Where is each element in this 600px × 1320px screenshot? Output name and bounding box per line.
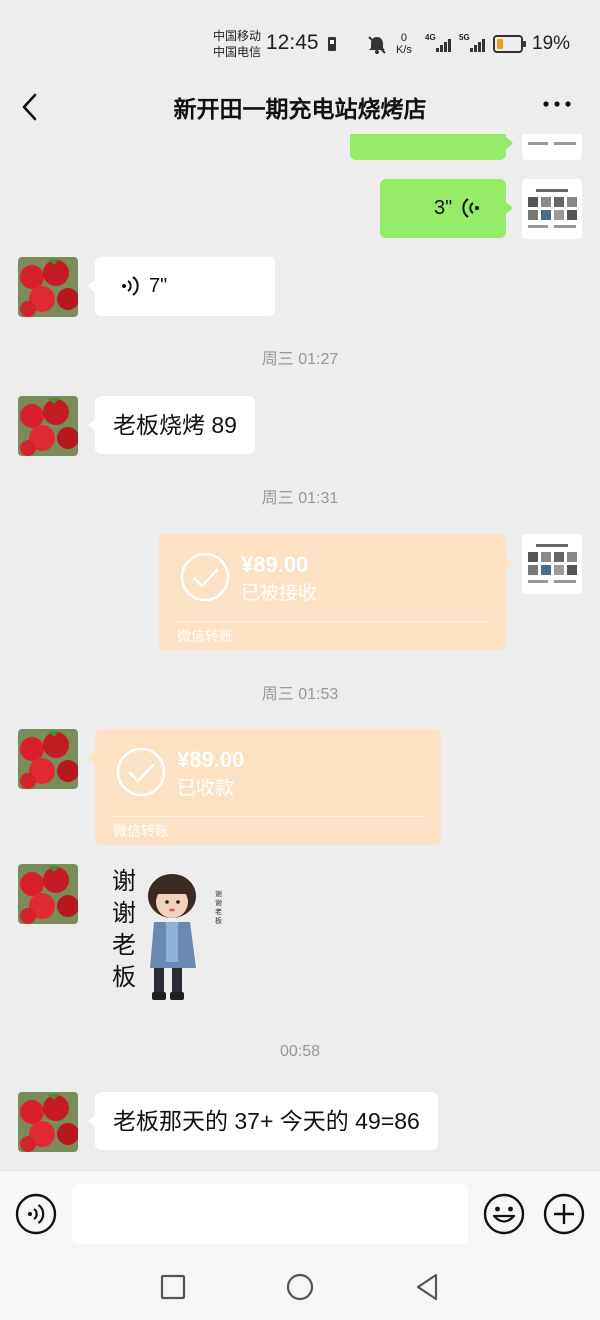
transfer-divider xyxy=(113,816,423,817)
my-transfer-card[interactable]: ¥89.00 已被接收 微信转账 xyxy=(159,534,513,650)
status-time: 12:45 xyxy=(266,31,319,54)
voice-input-icon[interactable] xyxy=(15,1193,57,1235)
carrier-2: 中国电信 xyxy=(213,45,262,59)
contact-text-bubble[interactable]: 老板那天的 37+ 今天的 49=86 xyxy=(88,1092,438,1150)
back-icon[interactable] xyxy=(412,1272,442,1302)
battery-icon xyxy=(493,35,526,53)
net-speed-unit: K/s xyxy=(396,44,412,56)
contact-avatar[interactable] xyxy=(18,396,78,456)
message-input[interactable] xyxy=(72,1184,468,1244)
more-icon[interactable] xyxy=(542,98,572,110)
voice-wave-icon xyxy=(122,276,139,296)
contact-avatar[interactable] xyxy=(18,864,78,924)
sticker-image[interactable]: 谢谢老板 谢谢老板 xyxy=(100,866,230,1006)
mute-icon xyxy=(368,36,386,54)
transfer-footer: 微信转账 xyxy=(177,628,233,644)
check-circle-icon xyxy=(180,552,230,602)
carrier-1: 中国移动 xyxy=(213,29,262,43)
message-timestamp: 周三 01:53 xyxy=(261,686,339,703)
sim-icon xyxy=(328,37,336,51)
contact-voice-bubble[interactable]: 7" xyxy=(88,257,275,316)
partial-message-bubble[interactable] xyxy=(350,134,513,160)
voice-wave-icon xyxy=(462,198,479,218)
input-bar xyxy=(0,1170,600,1256)
transfer-footer: 微信转账 xyxy=(113,823,169,839)
sticker-caption: 谢谢老板 xyxy=(112,868,136,991)
transfer-status: 已收款 xyxy=(177,778,235,799)
net-speed: 0 K/s xyxy=(396,32,412,56)
chat-header: 新开田一期充电站烧烤店 xyxy=(0,78,600,134)
contact-text-bubble[interactable]: 老板烧烤 89 xyxy=(88,396,255,454)
battery-percent: 19% xyxy=(532,33,571,54)
message-text: 老板烧烤 89 xyxy=(113,412,237,438)
my-voice-bubble[interactable]: 3" xyxy=(380,179,513,238)
voice-duration: 7" xyxy=(149,275,168,297)
signal-2-icon: 5G xyxy=(459,33,489,53)
net-speed-value: 0 xyxy=(400,32,408,44)
chat-title: 新开田一期充电站烧烤店 xyxy=(173,96,427,122)
message-timestamp: 周三 01:27 xyxy=(261,351,339,368)
contact-transfer-card[interactable]: ¥89.00 已收款 微信转账 xyxy=(88,729,441,845)
recent-apps-icon[interactable] xyxy=(158,1272,188,1302)
my-avatar[interactable] xyxy=(522,134,582,160)
message-timestamp: 周三 01:31 xyxy=(261,490,339,507)
girl-sticker-icon xyxy=(148,874,196,1000)
status-bar: 中国移动 中国电信 12:45 0 K/s 4G 5G 19% xyxy=(0,0,600,88)
emoji-icon[interactable] xyxy=(483,1193,525,1235)
transfer-amount: ¥89.00 xyxy=(177,747,245,772)
transfer-divider xyxy=(177,621,488,622)
plus-icon[interactable] xyxy=(543,1193,585,1235)
my-avatar[interactable] xyxy=(522,179,582,239)
system-nav-bar xyxy=(0,1256,600,1320)
voice-duration: 3" xyxy=(434,197,453,219)
signal-1-icon: 4G xyxy=(425,33,455,53)
my-avatar[interactable] xyxy=(522,534,582,594)
home-icon[interactable] xyxy=(285,1272,315,1302)
sticker-side-caption: 谢谢老板 xyxy=(215,891,222,925)
message-text: 老板那天的 37+ 今天的 49=86 xyxy=(113,1108,420,1134)
transfer-status: 已被接收 xyxy=(241,583,318,604)
message-timestamp: 00:58 xyxy=(279,1043,321,1060)
contact-avatar[interactable] xyxy=(18,729,78,789)
message-list[interactable]: 3" 7" 周三 01:27 老板烧烤 89 周三 01:31 ¥89.00 已… xyxy=(0,134,600,1170)
carrier-labels: 中国移动 中国电信 xyxy=(213,28,261,60)
contact-avatar[interactable] xyxy=(18,257,78,317)
contact-avatar[interactable] xyxy=(18,1092,78,1152)
transfer-amount: ¥89.00 xyxy=(241,552,309,577)
check-circle-icon xyxy=(116,747,166,797)
